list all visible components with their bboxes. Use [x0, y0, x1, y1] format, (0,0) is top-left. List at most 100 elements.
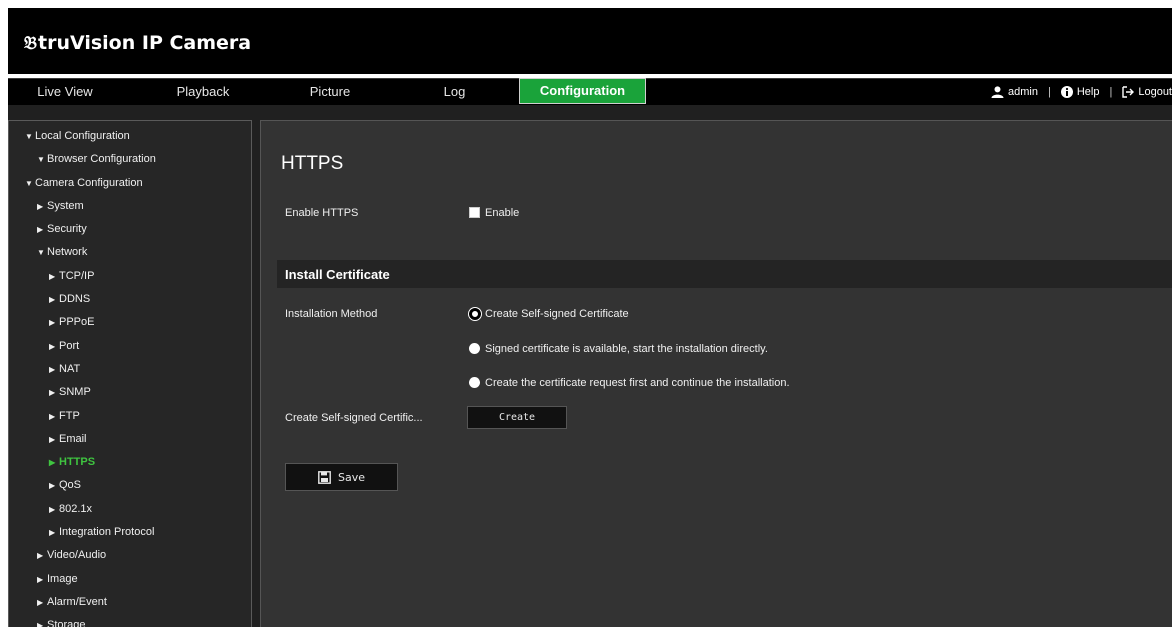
sidebar-item-label: Local Configuration: [35, 130, 130, 142]
sidebar-item-label: Storage: [47, 619, 86, 627]
sidebar: ▼ Local Configuration ▼ Browser Configurati…: [8, 120, 252, 627]
tab-log[interactable]: Log: [432, 79, 477, 105]
sidebar-item-label: Video/Audio: [47, 549, 107, 562]
sidebar-item-label: Network: [47, 246, 88, 259]
sidebar-item-label: 802.1x: [59, 502, 93, 515]
sidebar-item-802-1x[interactable]: ▶ 802.1x: [9, 498, 251, 521]
sidebar-item-ftp[interactable]: ▶ FTP: [9, 405, 251, 428]
triangle-right-icon: ▶: [37, 201, 44, 211]
triangle-right-icon: ▶: [49, 388, 56, 398]
separator: |: [1109, 86, 1113, 98]
user-bar: admin | Help | Logout: [991, 79, 1172, 105]
radio-self-signed[interactable]: [469, 308, 481, 320]
sidebar-item-label: Security: [47, 223, 87, 236]
sidebar-item-snmp[interactable]: ▶ SNMP: [9, 381, 251, 404]
triangle-right-icon: ▶: [37, 574, 44, 584]
sidebar-item-label: System: [47, 199, 84, 212]
sidebar-item-system[interactable]: ▶ System: [9, 195, 251, 218]
main-panel: HTTPS Enable HTTPS Enable Install Certif…: [260, 120, 1172, 627]
sidebar-item-label: Email: [59, 432, 87, 445]
sidebar-item-label: DDNS: [59, 293, 91, 306]
triangle-right-icon: ▶: [49, 411, 56, 421]
sidebar-item-alarm-event[interactable]: ▶ Alarm/Event: [9, 591, 251, 614]
sidebar-item-label: PPPoE: [59, 316, 95, 329]
logout-icon: [1122, 86, 1135, 98]
triangle-right-icon: ▶: [37, 225, 44, 235]
help-label: Help: [1076, 86, 1100, 98]
sidebar-item-label: Port: [59, 339, 80, 352]
sidebar-item-label: Camera Configuration: [35, 176, 143, 189]
user-icon: [991, 86, 1004, 98]
triangle-right-icon: ▶: [49, 504, 56, 514]
triangle-right-icon: ▶: [49, 271, 56, 281]
triangle-right-icon: ▶: [37, 597, 44, 607]
sidebar-item-network[interactable]: ▼ Network: [9, 241, 251, 264]
separator: |: [1048, 86, 1051, 98]
sidebar-item-ddns[interactable]: ▶ DDNS: [9, 288, 251, 311]
sidebar-item-label: Integration Protocol: [59, 526, 155, 539]
header-bar: 𝔅truVision IP Camera: [8, 8, 1172, 74]
logo-text: truVision IP Camera: [38, 32, 252, 54]
triangle-down-icon: ▼: [25, 178, 33, 188]
save-button[interactable]: Save: [285, 463, 398, 491]
triangle-right-icon: ▶: [49, 318, 56, 328]
triangle-right-icon: ▶: [37, 621, 44, 627]
sidebar-item-nat[interactable]: ▶ NAT: [9, 358, 251, 381]
save-label: Save: [337, 470, 365, 484]
installation-method-label: Installation Method: [285, 308, 378, 320]
sidebar-item-label: Alarm/Event: [47, 595, 107, 608]
sidebar-item-email[interactable]: ▶ Email: [9, 428, 251, 451]
tab-playback[interactable]: Playback: [158, 79, 248, 105]
triangle-right-icon: ▶: [49, 528, 56, 538]
sidebar-item-port[interactable]: ▶ Port: [9, 335, 251, 358]
enable-label: Enable: [485, 207, 520, 219]
sidebar-item-https[interactable]: ▶ HTTPS: [9, 451, 251, 474]
option-signed-available-label: Signed certificate is available, start t…: [485, 343, 768, 355]
sidebar-item-local-configuration[interactable]: ▼ Local Configuration: [9, 125, 251, 148]
sidebar-item-integration-protocol[interactable]: ▶ Integration Protocol: [9, 521, 251, 544]
logout-link[interactable]: Logout: [1122, 79, 1172, 105]
page-title: HTTPS: [281, 153, 344, 174]
radio-signed-available[interactable]: [469, 343, 480, 354]
sidebar-item-label: HTTPS: [59, 456, 96, 469]
sidebar-item-label: SNMP: [59, 386, 91, 399]
logo-mark: 𝔅: [24, 33, 37, 54]
triangle-right-icon: ▶: [49, 364, 56, 374]
help-icon: [1060, 86, 1073, 98]
radio-certificate-request[interactable]: [469, 377, 480, 388]
sidebar-item-browser-configuration[interactable]: ▼ Browser Configuration: [9, 148, 251, 171]
tab-configuration[interactable]: Configuration: [519, 78, 646, 104]
create-button[interactable]: Create: [467, 406, 567, 429]
logo: 𝔅truVision IP Camera: [24, 32, 251, 54]
triangle-down-icon: ▼: [37, 248, 45, 258]
enable-https-checkbox[interactable]: [469, 207, 480, 218]
create-self-signed-label: Create Self-signed Certific...: [285, 412, 423, 424]
sidebar-item-label: NAT: [59, 362, 81, 375]
sidebar-item-security[interactable]: ▶ Security: [9, 218, 251, 241]
option-certificate-request-label: Create the certificate request first and…: [485, 377, 790, 389]
tab-picture[interactable]: Picture: [290, 79, 370, 105]
sidebar-item-image[interactable]: ▶ Image: [9, 568, 251, 591]
sidebar-item-pppoe[interactable]: ▶ PPPoE: [9, 311, 251, 334]
sidebar-item-qos[interactable]: ▶ QoS: [9, 474, 251, 497]
section-title: Install Certificate: [285, 267, 390, 282]
sidebar-item-tcp-ip[interactable]: ▶ TCP/IP: [9, 265, 251, 288]
install-certificate-section: Install Certificate: [277, 260, 1172, 288]
sidebar-item-camera-configuration[interactable]: ▼ Camera Configuration: [9, 172, 251, 195]
config-tree: ▼ Local Configuration ▼ Browser Configurati…: [9, 125, 251, 627]
triangle-right-icon: ▶: [37, 551, 44, 561]
triangle-right-icon: ▶: [49, 458, 56, 468]
sidebar-item-label: FTP: [59, 409, 80, 422]
triangle-down-icon: ▼: [25, 132, 33, 141]
sidebar-item-label: Image: [47, 572, 78, 585]
sidebar-item-video-audio[interactable]: ▶ Video/Audio: [9, 544, 251, 567]
sidebar-item-label: QoS: [59, 479, 82, 492]
sidebar-item-storage[interactable]: ▶ Storage: [9, 614, 251, 627]
help-link[interactable]: Help: [1060, 79, 1100, 105]
option-self-signed-label: Create Self-signed Certificate: [485, 308, 629, 320]
tab-live-view[interactable]: Live View: [20, 79, 110, 105]
user-link[interactable]: admin: [991, 79, 1038, 105]
floppy-disk-icon: [318, 470, 331, 484]
logout-label: Logout: [1138, 86, 1172, 98]
enable-https-label: Enable HTTPS: [285, 207, 359, 219]
